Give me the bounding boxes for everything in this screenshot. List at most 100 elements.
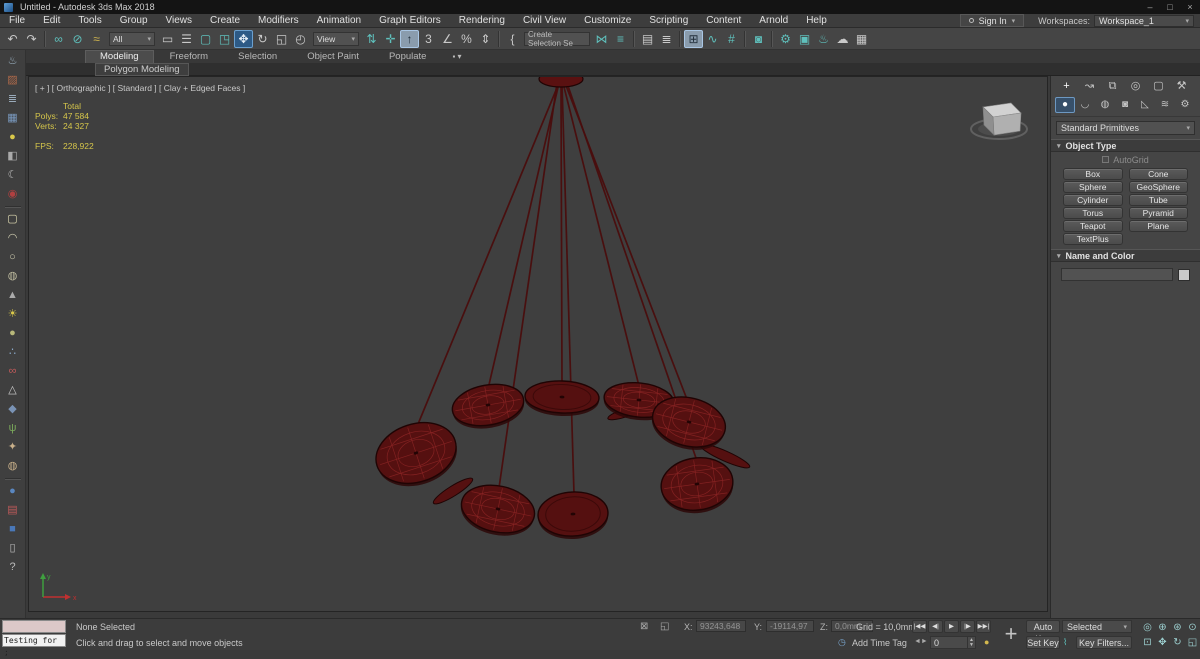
category-cameras[interactable]: ◙ (1115, 97, 1135, 113)
primitives-dropdown[interactable]: Standard Primitives ▾ (1056, 121, 1195, 135)
projector-icon[interactable]: ◧ (1, 147, 25, 166)
button-teapot[interactable]: Teapot (1063, 220, 1123, 232)
named-selection-icon[interactable]: { (503, 30, 522, 48)
mirror-icon[interactable]: ⋈ (592, 30, 611, 48)
select-by-name-icon[interactable]: ☰ (177, 30, 196, 48)
rounded-rect-icon[interactable]: ▢ (1, 210, 25, 229)
zoom-region-icon[interactable]: ⊡ (1140, 635, 1155, 650)
sign-in-button[interactable]: Sign In ▾ (959, 14, 1025, 27)
rect-region-icon[interactable]: ▢ (196, 30, 215, 48)
maximize-icon[interactable]: □ (1160, 1, 1180, 14)
ring-icon[interactable]: ○ (1, 248, 25, 267)
ribbon-tab-selection[interactable]: Selection (224, 51, 291, 63)
tab-utilities[interactable]: ⚒ (1170, 79, 1193, 94)
button-pyramid[interactable]: Pyramid (1128, 207, 1188, 219)
pivot-icon[interactable]: ◴ (291, 30, 310, 48)
button-cylinder[interactable]: Cylinder (1063, 194, 1123, 206)
render-setup-icon[interactable]: ⚙ (776, 30, 795, 48)
selection-lock-icon[interactable]: ⊠ (640, 621, 648, 632)
category-shapes[interactable]: ◡ (1075, 97, 1095, 113)
menu-tools[interactable]: Tools (69, 14, 110, 28)
menu-animation[interactable]: Animation (308, 14, 370, 28)
document-icon[interactable]: ▯ (1, 539, 25, 558)
film-reel-icon[interactable]: ◉ (1, 185, 25, 204)
object-type-header[interactable]: ▾ Object Type (1051, 139, 1200, 152)
keying-plus-icon[interactable]: + (1000, 621, 1022, 647)
sphere-icon[interactable]: ● (1, 324, 25, 343)
pan-icon[interactable]: ✥ (1155, 635, 1170, 650)
frame-spinner[interactable]: ▲ ▼ (967, 637, 975, 648)
name-color-header[interactable]: ▾ Name and Color (1051, 249, 1200, 262)
menu-file[interactable]: File (0, 14, 34, 28)
particles-icon[interactable]: ∴ (1, 343, 25, 362)
grass-icon[interactable]: ψ (1, 419, 25, 438)
tab-motion[interactable]: ◎ (1124, 79, 1147, 94)
ribbon-tab-object-paint[interactable]: Object Paint (293, 51, 373, 63)
zoom-icon[interactable]: ◎ (1140, 620, 1155, 635)
key-filters-button[interactable]: Key Filters... (1076, 636, 1132, 649)
key-step-icon[interactable]: ◄► (914, 638, 928, 645)
play-button[interactable]: ▶ (944, 620, 959, 633)
menu-edit[interactable]: Edit (34, 14, 69, 28)
selection-set-input[interactable]: Create Selection Se (524, 30, 590, 48)
teapot-icon[interactable]: ♨ (1, 52, 25, 71)
object-name-field[interactable] (1061, 268, 1173, 281)
next-frame-button[interactable]: |▶ (960, 620, 975, 633)
rendered-frame-icon[interactable]: ▣ (795, 30, 814, 48)
coord-y-field[interactable]: -19114,97 (766, 620, 814, 632)
ribbon-tab-freeform[interactable]: Freeform (156, 51, 223, 63)
coord-x-field[interactable]: 93243,648 (696, 620, 746, 632)
schematic-view-icon[interactable]: # (722, 30, 741, 48)
globe-icon[interactable]: ◍ (1, 457, 25, 476)
category-geometry[interactable]: ● (1055, 97, 1075, 113)
layer-manager-icon[interactable]: ▤ (638, 30, 657, 48)
button-tube[interactable]: Tube (1128, 194, 1188, 206)
go-to-start-button[interactable]: |◀◀ (912, 620, 927, 633)
button-sphere[interactable]: Sphere (1063, 181, 1123, 193)
undo-icon[interactable]: ↶ (3, 30, 22, 48)
render-preview-icon[interactable]: ▨ (1, 71, 25, 90)
curve-editor-icon[interactable]: ∿ (703, 30, 722, 48)
move-icon[interactable]: ✥ (234, 29, 253, 48)
tab-hierarchy[interactable]: ⧉ (1101, 79, 1124, 94)
bind-spacewarp-icon[interactable]: ≈ (87, 30, 106, 48)
window-crossing-icon[interactable]: ◳ (215, 30, 234, 48)
close-icon[interactable]: × (1180, 1, 1200, 14)
align-icon[interactable]: ≡ (611, 30, 630, 48)
menu-content[interactable]: Content (697, 14, 750, 28)
dome-icon[interactable]: ◠ (1, 229, 25, 248)
maxscript-mini-listener-output[interactable] (2, 620, 66, 633)
state-sets-icon[interactable]: ▦ (852, 30, 871, 48)
tab-modify[interactable]: ↝ (1078, 79, 1101, 94)
previous-frame-button[interactable]: ◀| (928, 620, 943, 633)
zoom-extents-all-icon[interactable]: ⊙ (1185, 620, 1200, 635)
spinner-snap-icon[interactable]: ⇕ (476, 30, 495, 48)
button-geosphere[interactable]: GeoSphere (1128, 181, 1188, 193)
button-cone[interactable]: Cone (1128, 168, 1188, 180)
ribbon-tab-populate[interactable]: Populate (375, 51, 441, 63)
moon-icon[interactable]: ☾ (1, 166, 25, 185)
add-time-tag[interactable]: Add Time Tag (852, 638, 907, 648)
ribbon-overflow-icon[interactable]: ▪ ▾ (452, 51, 461, 63)
menu-scripting[interactable]: Scripting (640, 14, 697, 28)
viewcube[interactable] (965, 89, 1035, 145)
snaps-toggle-icon[interactable]: 3 (419, 30, 438, 48)
maxscript-mini-listener-input[interactable]: Testing for ; (2, 634, 66, 657)
object-color-swatch[interactable] (1178, 268, 1190, 281)
button-box[interactable]: Box (1063, 168, 1123, 180)
select-object-icon[interactable]: ▭ (158, 30, 177, 48)
molecule-icon[interactable]: ∞ (1, 362, 25, 381)
key-selection-dropdown[interactable]: Selected ▾ (1062, 620, 1132, 633)
ribbon-toggle-icon[interactable]: ⊞ (684, 29, 703, 48)
auto-key-button[interactable]: Auto Key (1026, 620, 1060, 644)
percent-snap-icon[interactable]: % (457, 30, 476, 48)
button-plane[interactable]: Plane (1128, 220, 1188, 232)
wire-sphere-icon[interactable]: ◍ (1, 267, 25, 286)
menu-civil-view[interactable]: Civil View (514, 14, 575, 28)
menu-arnold[interactable]: Arnold (750, 14, 797, 28)
zoom-extents-icon[interactable]: ⊛ (1170, 620, 1185, 635)
material-editor-icon[interactable]: ◙ (749, 30, 768, 48)
menu-help[interactable]: Help (797, 14, 836, 28)
menu-views[interactable]: Views (157, 14, 202, 28)
spreadsheet-icon[interactable]: ▦ (1, 109, 25, 128)
